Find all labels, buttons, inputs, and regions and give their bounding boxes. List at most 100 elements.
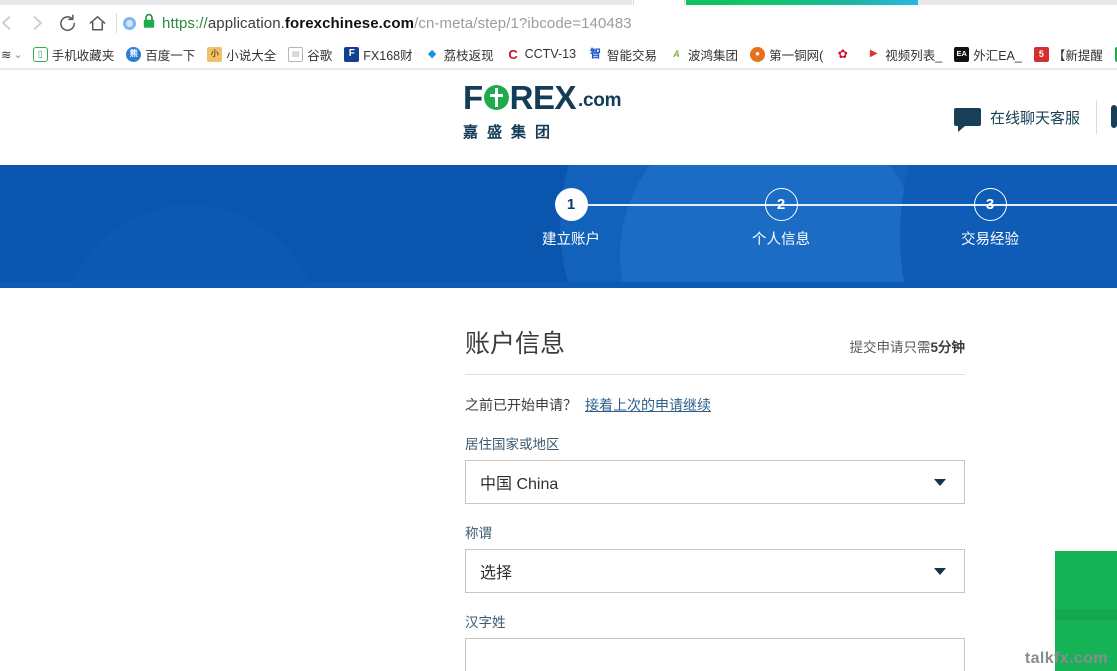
resume-prompt: 之前已开始申请？	[465, 397, 577, 413]
bookmark-label: 外汇EA_	[973, 48, 1022, 63]
step-connector-line	[990, 204, 1117, 206]
lizhi-icon: ◆	[427, 47, 437, 60]
field-label-title: 称谓	[465, 526, 492, 541]
bookmark-item[interactable]: ▤ 谷歌	[283, 42, 339, 66]
url-path: /cn-meta/step/1?ibcode=140483	[414, 14, 632, 32]
bohong-icon: A	[673, 48, 680, 59]
forex-o-icon	[483, 85, 509, 110]
notice-icon: 5	[1033, 46, 1049, 62]
form-time-note-prefix: 提交申请只需	[849, 340, 931, 355]
bookmark-label: 波鸿集团	[688, 48, 739, 63]
step-number: 2	[764, 188, 798, 221]
progress-banner: 1 建立账户 2 个人信息 3 交易经验	[0, 165, 1117, 288]
tab-inactive-left[interactable]	[0, 0, 632, 5]
phone-button[interactable]	[1097, 105, 1117, 128]
bookmark-label: 谷歌	[307, 48, 333, 63]
forward-arrow-icon[interactable]	[22, 8, 52, 38]
bookmark-item[interactable]: EA 外汇EA_	[949, 42, 1029, 66]
reload-icon[interactable]	[52, 8, 82, 38]
bookmark-label: 智能交易	[607, 48, 658, 63]
bookmark-item[interactable]: 5 【新提醒	[1029, 42, 1110, 66]
title-select-value: 选择	[480, 565, 513, 582]
surname-input[interactable]	[465, 638, 965, 671]
step-number: 1	[554, 188, 588, 221]
bookmark-item[interactable]: C CCTV-13	[501, 42, 583, 66]
bookmark-label: 视频列表_	[885, 48, 943, 63]
field-country: 居住国家或地区 中国 China	[465, 433, 965, 504]
site-header: F REX .com 嘉盛集团 在线聊天客服	[0, 70, 1117, 165]
baidu-icon: 熊	[126, 46, 142, 62]
form-area: 账户信息 提交申请只需5分钟 之前已开始申请？ 接着上次的申请继续 居住国家或地区…	[0, 288, 1117, 671]
browser-toolbar: https://application.forexchinese.com/cn-…	[0, 6, 1117, 40]
bookmark-item[interactable]: 小小说大全	[202, 42, 283, 66]
country-select[interactable]: 中国 China	[465, 460, 965, 504]
fx168-icon: F	[344, 46, 360, 62]
zhi-icon: 智	[590, 47, 602, 60]
ea-icon: EA	[954, 46, 970, 62]
forex-logo[interactable]: F REX .com 嘉盛集团	[463, 81, 663, 142]
bookmark-label: 荔枝返现	[443, 48, 494, 63]
step-indicator: 1 建立账户 2 个人信息 3 交易经验	[0, 165, 1117, 288]
browser-chrome: https://application.forexchinese.com/cn-…	[0, 0, 1117, 70]
tab-inactive-right[interactable]	[918, 0, 1117, 5]
form-header: 账户信息 提交申请只需5分钟	[465, 324, 965, 360]
url-text: https://application.forexchinese.com/cn-…	[162, 15, 632, 32]
bookmark-label: 百度一下	[145, 48, 196, 63]
bookmark-item[interactable]: ● 第一铜网(	[745, 42, 830, 66]
form-time-note: 提交申请只需5分钟	[849, 336, 965, 356]
step-connector-line	[781, 204, 990, 206]
title-select[interactable]: 选择	[465, 549, 965, 593]
account-form: 账户信息 提交申请只需5分钟 之前已开始申请？ 接着上次的申请继续 居住国家或地区…	[465, 324, 965, 671]
field-title: 称谓 选择	[465, 522, 965, 593]
lock-icon	[142, 13, 156, 34]
step-connector-line	[571, 204, 781, 206]
bookmark-item[interactable]: ▯ 手机收藏夹	[28, 42, 122, 66]
logo-dotcom: .com	[578, 90, 622, 111]
field-surname: 汉字姓	[465, 611, 965, 671]
screenshot-root: https://application.forexchinese.com/cn-…	[0, 0, 1117, 671]
step-label: 建立账户	[542, 232, 600, 248]
url-scheme: https://	[162, 14, 208, 32]
bookmark-overflow-clipped[interactable]: ≋	[0, 47, 11, 62]
url-subdomain: application.	[207, 14, 285, 32]
form-divider	[465, 374, 965, 375]
address-bar[interactable]: https://application.forexchinese.com/cn-…	[123, 8, 1117, 38]
home-icon[interactable]	[82, 8, 112, 38]
page-info-icon[interactable]	[123, 16, 136, 30]
bookmark-label: 小说大全	[226, 48, 277, 63]
watermark: talkfx.com	[1024, 650, 1108, 667]
bookmark-item[interactable]: 熊百度一下	[121, 42, 202, 66]
copper-icon: ●	[750, 46, 766, 62]
bookmark-item[interactable]: 智智能交易	[583, 42, 664, 66]
tab-separator	[684, 0, 685, 5]
bookmark-item[interactable]: ✿	[830, 42, 861, 66]
logo-word-part1: F	[463, 79, 483, 116]
bookmark-item[interactable]: A 波鸿集团	[664, 42, 745, 66]
rail-band-top	[1055, 609, 1117, 620]
bookmark-label: 第一铜网(	[769, 48, 824, 63]
page-load-progress-bar	[686, 0, 918, 5]
logo-chinese-name: 嘉盛集团	[463, 124, 560, 141]
bookmark-item[interactable]: ◆ 荔枝返现	[420, 42, 501, 66]
chat-bubble-icon	[953, 108, 981, 132]
resume-application-link[interactable]: 接着上次的申请继续	[585, 397, 711, 413]
back-arrow-icon[interactable]	[0, 8, 22, 38]
page-content: F REX .com 嘉盛集团 在线聊天客服 1 建立账户 2 个人信息 3 交…	[0, 70, 1117, 671]
live-chat-button[interactable]: 在线聊天客服	[953, 107, 1096, 132]
bookmark-item[interactable]: ▶ 视频列表_	[861, 42, 949, 66]
bookmark-item[interactable]: O嘉盛隔夜	[1110, 42, 1117, 66]
chevron-down-icon[interactable]: ⌄	[11, 48, 27, 61]
phone-bookmark-icon: ▯	[32, 46, 48, 62]
bookmark-label: FX168财	[363, 48, 413, 63]
url-host: forexchinese.com	[284, 14, 415, 32]
field-label-country: 居住国家或地区	[465, 437, 560, 452]
page-title: 账户信息	[465, 330, 566, 358]
logo-wordmark: F REX	[463, 79, 577, 116]
tab-separator	[633, 0, 634, 5]
step-number: 3	[973, 188, 1007, 221]
header-right-actions: 在线聊天客服	[953, 100, 1117, 134]
bookmark-label: 手机收藏夹	[51, 48, 115, 63]
bookmark-label: CCTV-13	[524, 47, 577, 61]
bookmark-item[interactable]: F FX168财	[339, 42, 419, 66]
video-icon: ▶	[869, 48, 878, 59]
